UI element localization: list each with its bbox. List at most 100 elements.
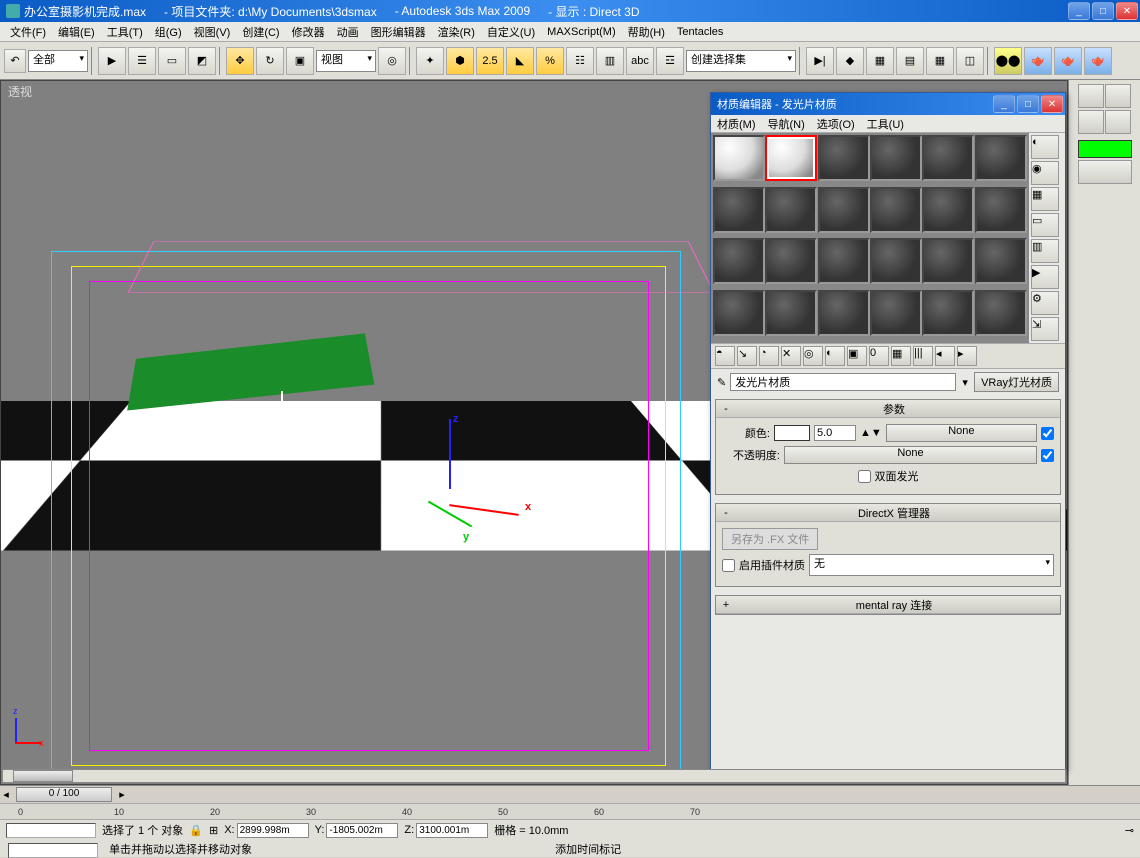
sample-slot[interactable]	[975, 290, 1027, 336]
minimize-button[interactable]: _	[1068, 2, 1090, 20]
color-swatch-green[interactable]	[1078, 140, 1132, 158]
menu-customize[interactable]: 自定义(U)	[481, 22, 541, 42]
options-button[interactable]: ⚙	[1031, 291, 1059, 315]
sample-slot[interactable]	[870, 238, 922, 284]
scrollbar-thumb[interactable]	[13, 770, 73, 782]
sample-slot[interactable]	[870, 187, 922, 233]
material-id-button[interactable]: 0	[869, 346, 889, 366]
show-end-button[interactable]: |||	[913, 346, 933, 366]
angle-snap-button[interactable]: 2.5	[476, 47, 504, 75]
window-crossing-button[interactable]: ◩	[188, 47, 216, 75]
time-slider-frame[interactable]: 0 / 100	[16, 787, 112, 802]
menu-tentacles[interactable]: Tentacles	[671, 24, 729, 40]
select-by-mat-button[interactable]: ⇲	[1031, 317, 1059, 341]
mirror-button[interactable]: ▥	[596, 47, 624, 75]
video-check-button[interactable]: ▥	[1031, 239, 1059, 263]
spinner-snap-button[interactable]: %	[536, 47, 564, 75]
sample-slot[interactable]	[818, 135, 870, 181]
select-scale-button[interactable]: ▣	[286, 47, 314, 75]
opacity-map-enable-checkbox[interactable]	[1041, 449, 1054, 462]
assign-material-button[interactable]: ◔	[759, 346, 779, 366]
teapot2-icon[interactable]: 🫖	[1054, 47, 1082, 75]
maximize-button[interactable]: □	[1092, 2, 1114, 20]
me-maximize-button[interactable]: □	[1017, 95, 1039, 113]
coord-y-input[interactable]	[326, 823, 398, 838]
render-scene-button[interactable]: ▤	[896, 47, 924, 75]
menu-animation[interactable]: 动画	[331, 22, 365, 42]
rollout-directx-header[interactable]: - DirectX 管理器	[716, 504, 1060, 522]
lock-icon[interactable]: 🔒	[189, 824, 203, 837]
sample-slot[interactable]	[870, 290, 922, 336]
rollout-parameters-header[interactable]: - 参数	[716, 400, 1060, 418]
render-button[interactable]: ▦	[926, 47, 954, 75]
show-map-button[interactable]: ▦	[891, 346, 911, 366]
sample-slot[interactable]	[922, 135, 974, 181]
teapot3-icon[interactable]: 🫖	[1084, 47, 1112, 75]
select-name-button[interactable]: ☰	[128, 47, 156, 75]
snap-toggle-button[interactable]: ⬢	[446, 47, 474, 75]
menu-modifiers[interactable]: 修改器	[286, 22, 331, 42]
hierarchy-tab[interactable]	[1078, 110, 1104, 134]
sample-slot[interactable]	[765, 290, 817, 336]
sample-slot[interactable]	[870, 135, 922, 181]
put-material-button[interactable]: ↘	[737, 346, 757, 366]
save-fx-button[interactable]: 另存为 .FX 文件	[722, 528, 818, 550]
menu-help[interactable]: 帮助(H)	[622, 22, 671, 42]
sample-slot-2-selected[interactable]	[765, 135, 817, 181]
sample-slot[interactable]	[818, 290, 870, 336]
modify-tab[interactable]	[1105, 84, 1131, 108]
menu-tools[interactable]: 工具(T)	[101, 22, 149, 42]
time-slider[interactable]: ◂ 0 / 100 ▸	[0, 786, 1140, 804]
curve-editor-button[interactable]: ▶|	[806, 47, 834, 75]
pick-tool-icon[interactable]: ✎	[717, 376, 726, 389]
layer-manager-button[interactable]: ☲	[656, 47, 684, 75]
me-menu-navigation[interactable]: 导航(N)	[766, 115, 807, 132]
menu-view[interactable]: 视图(V)	[188, 22, 237, 42]
timeline-ruler[interactable]: 0 10 20 30 40 50 60 70	[0, 804, 1140, 820]
add-time-tag[interactable]: 添加时间标记	[555, 844, 621, 856]
me-menu-utilities[interactable]: 工具(U)	[865, 115, 906, 132]
select-object-button[interactable]: ▶	[98, 47, 126, 75]
sample-slot[interactable]	[975, 135, 1027, 181]
teapot1-icon[interactable]: 🫖	[1024, 47, 1052, 75]
go-parent-button[interactable]: ◂	[935, 346, 955, 366]
quick-render-button[interactable]: ◫	[956, 47, 984, 75]
plugin-material-dropdown[interactable]: 无	[809, 554, 1054, 576]
color-map-button[interactable]: None	[886, 424, 1037, 442]
enable-plugin-checkbox[interactable]	[722, 559, 735, 572]
two-sided-checkbox[interactable]	[858, 470, 871, 483]
me-menu-material[interactable]: 材质(M)	[715, 115, 758, 132]
make-unique-button[interactable]: ◐	[825, 346, 845, 366]
sample-slot[interactable]	[975, 187, 1027, 233]
time-prev-icon[interactable]: ◂	[0, 788, 12, 801]
sample-uv-button[interactable]: ▭	[1031, 213, 1059, 237]
create-tab[interactable]	[1078, 84, 1104, 108]
material-name-input[interactable]	[730, 373, 956, 391]
make-copy-button[interactable]: ◎	[803, 346, 823, 366]
pivot-center-button[interactable]: ◎	[378, 47, 406, 75]
percent-snap-button[interactable]: ◣	[506, 47, 534, 75]
menu-file[interactable]: 文件(F)	[4, 22, 52, 42]
coord-z-input[interactable]	[416, 823, 488, 838]
sample-slot[interactable]	[922, 238, 974, 284]
backlight-button[interactable]: ◉	[1031, 161, 1059, 185]
material-editor-button[interactable]: ▦	[866, 47, 894, 75]
time-next-icon[interactable]: ▸	[116, 788, 128, 801]
coord-mode-icon[interactable]: ⊞	[209, 824, 218, 837]
menu-create[interactable]: 创建(C)	[236, 22, 285, 42]
render-prod-button[interactable]: ⬤⬤	[994, 47, 1022, 75]
viewport-scrollbar-horizontal[interactable]	[2, 769, 1066, 783]
spinner-arrows-icon[interactable]: ▲▼	[860, 427, 882, 439]
ref-coord-dropdown[interactable]: 视图	[316, 50, 376, 72]
sample-slot[interactable]	[922, 290, 974, 336]
named-selection-dropdown[interactable]: 创建选择集	[686, 50, 796, 72]
sample-slot[interactable]	[765, 238, 817, 284]
key-icon[interactable]: ⊸	[1125, 824, 1134, 837]
menu-edit[interactable]: 编辑(E)	[52, 22, 101, 42]
select-rotate-button[interactable]: ↻	[256, 47, 284, 75]
sample-slot[interactable]	[818, 238, 870, 284]
color-swatch[interactable]	[774, 425, 810, 441]
menu-group[interactable]: 组(G)	[149, 22, 188, 42]
sample-slot[interactable]	[765, 187, 817, 233]
sample-slot[interactable]	[713, 290, 765, 336]
